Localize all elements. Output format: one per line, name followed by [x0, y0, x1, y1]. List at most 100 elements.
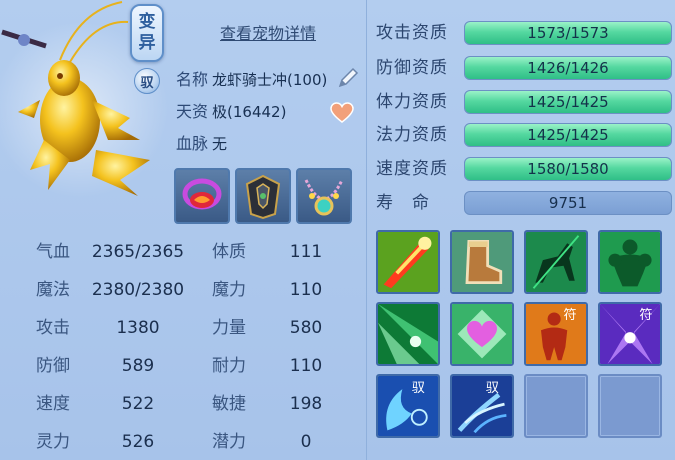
- pet-talent-value: 极(16442): [212, 103, 287, 121]
- aptitude-value: 1573/1573: [527, 24, 609, 42]
- skill-badge: 驭: [486, 381, 499, 396]
- stat-label: 攻击: [36, 318, 70, 338]
- collar-equip-icon: [182, 178, 222, 210]
- pet-name-row: 名称 龙虾骑士冲(100): [176, 68, 327, 92]
- stat-label: 耐力: [212, 356, 246, 376]
- stat-value: 580: [289, 318, 323, 338]
- pet-name-value: 龙虾骑士冲(100): [212, 71, 328, 89]
- stat-label: 魔力: [212, 280, 246, 300]
- pet-bloodline-label: 血脉: [176, 134, 209, 153]
- aptitude-bar: 1425/1425: [464, 90, 672, 114]
- mutant-badge: 变 异: [130, 4, 164, 62]
- aptitude-value: 1425/1425: [527, 126, 609, 144]
- skill-slot[interactable]: 驭: [376, 374, 440, 438]
- amulet-equip-icon: [304, 179, 344, 216]
- pet-bloodline-row: 血脉无: [176, 132, 227, 156]
- stat-value: 198: [289, 394, 323, 414]
- skill-slot[interactable]: [598, 230, 662, 294]
- stat-value: 522: [121, 394, 155, 414]
- stat-value: 0: [300, 432, 312, 452]
- skill-slot[interactable]: [376, 230, 440, 294]
- stat-row: 魔法 2380/2380 魔力 110: [0, 276, 365, 312]
- muscle-skill-icon: [600, 232, 660, 292]
- stat-label: 潜力: [212, 432, 246, 452]
- lifespan-row: 寿 命 9751: [376, 190, 675, 216]
- horse-skill-icon: [526, 232, 586, 292]
- stat-value: 589: [121, 356, 155, 376]
- stat-row: 气血 2365/2365 体质 111: [0, 238, 365, 274]
- amulet-equip-slot[interactable]: [296, 168, 352, 224]
- lifespan-value: 9751: [548, 194, 588, 212]
- stat-label: 体质: [212, 242, 246, 262]
- skill-slot[interactable]: [376, 302, 440, 366]
- lifespan-bar: 9751: [464, 191, 672, 215]
- stat-value: 1380: [116, 318, 160, 338]
- stat-value: 2380/2380: [91, 280, 185, 300]
- stat-label: 速度: [36, 394, 70, 414]
- stat-label: 敏捷: [212, 394, 246, 414]
- skill-badge: 符: [564, 307, 577, 323]
- pet-talent-label: 天资: [176, 102, 209, 121]
- aptitude-bar: 1425/1425: [464, 123, 672, 147]
- collar-equip-slot[interactable]: [174, 168, 230, 224]
- purple-burst-skill-icon: 符: [600, 304, 660, 364]
- aptitude-value: 1425/1425: [527, 93, 609, 111]
- pet-talent-row: 天资 极(16442): [176, 100, 286, 124]
- stat-row: 攻击 1380 力量 580: [0, 314, 365, 350]
- stat-value: 110: [289, 356, 323, 376]
- aptitude-label: 法力资质: [376, 125, 448, 145]
- claw-skill-icon: 驭: [452, 376, 512, 436]
- pet-bloodline-value: 无: [212, 135, 228, 153]
- armor-equip-slot[interactable]: [235, 168, 291, 224]
- aptitude-bar: 1580/1580: [464, 157, 672, 181]
- empty-skill-slot: [524, 374, 588, 438]
- skill-slot[interactable]: 符: [524, 302, 588, 366]
- armor-equip-icon: [245, 174, 281, 220]
- boot-skill-icon: [452, 232, 512, 292]
- aptitude-row: 法力资质 1425/1425: [376, 122, 675, 148]
- aptitude-label: 速度资质: [376, 159, 448, 179]
- aptitude-row: 速度资质 1580/1580: [376, 156, 675, 182]
- skill-badge: 符: [639, 307, 652, 323]
- stat-row: 灵力 526 潜力 0: [0, 428, 365, 460]
- aptitude-label: 体力资质: [376, 92, 448, 112]
- skill-badge: 驭: [412, 381, 425, 396]
- stat-label: 魔法: [36, 280, 70, 300]
- stat-value: 111: [289, 242, 323, 262]
- heart-icon[interactable]: [330, 102, 354, 124]
- aptitude-row: 攻击资质 1573/1573: [376, 20, 675, 46]
- skill-slot[interactable]: 驭: [450, 374, 514, 438]
- stat-label: 灵力: [36, 432, 70, 452]
- aptitude-value: 1426/1426: [527, 59, 609, 77]
- aptitude-row: 体力资质 1425/1425: [376, 89, 675, 115]
- green-light-skill-icon: [378, 304, 438, 364]
- pet-name-label: 名称: [176, 70, 209, 89]
- edit-pencil-icon[interactable]: [336, 66, 360, 90]
- aptitude-label: 攻击资质: [376, 23, 448, 43]
- lifespan-label: 寿 命: [376, 193, 430, 213]
- skill-slot[interactable]: 符: [598, 302, 662, 366]
- view-pet-details-link[interactable]: 查看宠物详情: [220, 20, 316, 44]
- aptitude-bar: 1426/1426: [464, 56, 672, 80]
- skill-slot[interactable]: [450, 302, 514, 366]
- aptitude-skill-panel: 攻击资质 1573/1573 防御资质 1426/1426 体力资质 1425/…: [366, 0, 675, 460]
- stat-row: 速度 522 敏捷 198: [0, 390, 365, 426]
- aptitude-value: 1580/1580: [527, 160, 609, 178]
- stat-row: 防御 589 耐力 110: [0, 352, 365, 388]
- heart-skill-icon: [452, 304, 512, 364]
- stat-label: 力量: [212, 318, 246, 338]
- stat-value: 526: [121, 432, 155, 452]
- skill-slot[interactable]: [450, 230, 514, 294]
- stat-label: 防御: [36, 356, 70, 376]
- stat-value: 110: [289, 280, 323, 300]
- aptitude-label: 防御资质: [376, 58, 448, 78]
- stat-label: 气血: [36, 242, 70, 262]
- empty-skill-slot: [598, 374, 662, 438]
- figure-skill-icon: 符: [526, 304, 586, 364]
- mutant-badge-char-1: 变: [138, 12, 156, 32]
- skill-slot[interactable]: [524, 230, 588, 294]
- blade-skill-icon: [378, 232, 438, 292]
- mutant-badge-char-2: 异: [138, 33, 156, 53]
- tame-badge: 驭: [134, 68, 160, 94]
- aptitude-bar: 1573/1573: [464, 21, 672, 45]
